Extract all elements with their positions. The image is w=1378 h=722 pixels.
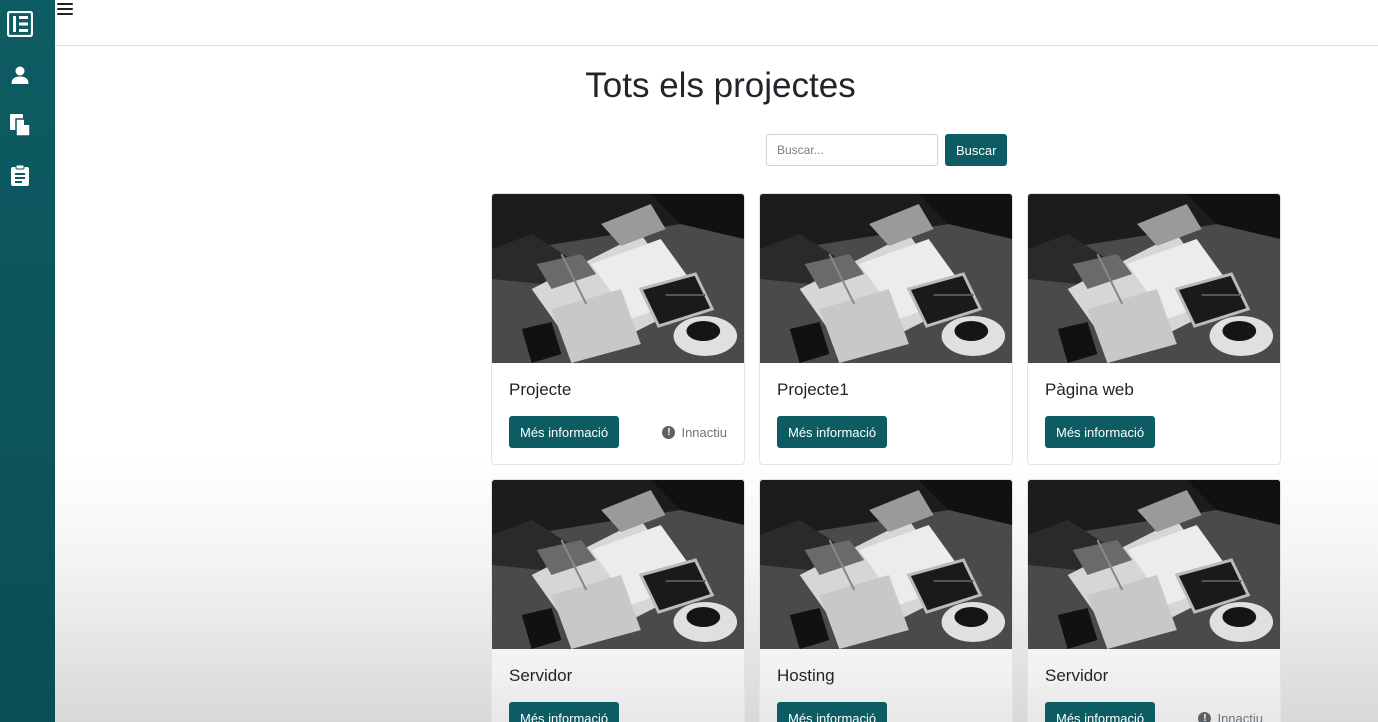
project-title: Projecte1 (777, 380, 849, 399)
project-card: Pàgina web Més informació (1027, 193, 1281, 465)
project-title: Servidor (1045, 666, 1109, 685)
status-label: Innactiu (681, 425, 727, 440)
user-icon[interactable] (0, 58, 40, 92)
search-input[interactable] (766, 134, 938, 166)
files-icon[interactable] (0, 108, 40, 142)
project-image (760, 194, 1012, 363)
exclamation-circle-icon: ! (1198, 712, 1212, 722)
sidebar (0, 0, 55, 722)
more-info-button[interactable]: Més informació (1045, 702, 1156, 722)
app-window: Tots els projectes Buscar... Buscar Proj… (0, 0, 1378, 722)
project-title: Projecte (509, 380, 572, 399)
logo-icon[interactable] (0, 7, 40, 41)
status-badge: ! Innactiu (1198, 711, 1263, 722)
status-badge: ! Innactiu (662, 425, 727, 440)
project-card: Projecte Més informació ! Innactiu (491, 193, 745, 465)
project-image (492, 194, 744, 363)
project-title: Servidor (509, 666, 573, 685)
search-bar: Buscar (766, 134, 1008, 166)
project-image (1028, 194, 1280, 363)
more-info-button[interactable]: Més informació (777, 702, 888, 722)
project-title: Hosting (777, 666, 835, 685)
hamburger-menu-icon[interactable] (57, 3, 73, 15)
project-card: Hosting Més informació (759, 479, 1013, 722)
more-info-button[interactable]: Més informació (777, 416, 888, 448)
project-image (760, 480, 1012, 649)
topbar (55, 0, 1378, 46)
page-title: Tots els projectes (585, 66, 856, 105)
project-card: Servidor Més informació ! Innactiu (1027, 479, 1281, 722)
project-image (492, 480, 744, 649)
clipboard-icon[interactable] (0, 158, 40, 192)
project-image (1028, 480, 1280, 649)
project-card: Projecte1 Més informació (759, 193, 1013, 465)
more-info-button[interactable]: Més informació (509, 702, 620, 722)
more-info-button[interactable]: Més informació (1045, 416, 1156, 448)
project-title: Pàgina web (1045, 380, 1134, 399)
search-button[interactable]: Buscar (945, 134, 1008, 166)
status-label: Innactiu (1217, 711, 1263, 722)
exclamation-circle-icon: ! (662, 426, 676, 439)
project-card: Servidor Més informació (491, 479, 745, 722)
more-info-button[interactable]: Més informació (509, 416, 620, 448)
